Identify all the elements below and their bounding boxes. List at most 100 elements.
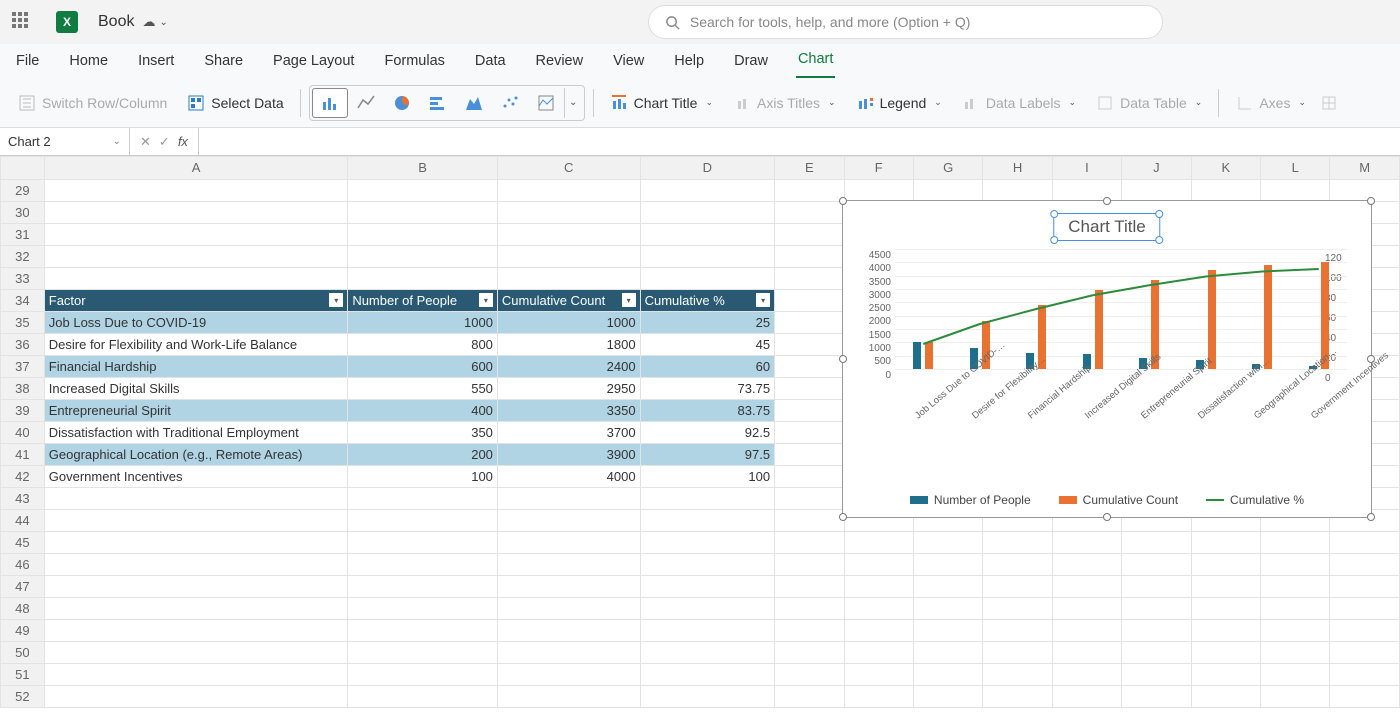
cell-B30[interactable] <box>348 202 498 224</box>
row-header-45[interactable]: 45 <box>1 532 45 554</box>
cell-M51[interactable] <box>1330 664 1400 686</box>
cell-E29[interactable] <box>775 180 844 202</box>
cell-I47[interactable] <box>1052 576 1121 598</box>
cell-J49[interactable] <box>1122 620 1191 642</box>
cell-B31[interactable] <box>348 224 498 246</box>
cell-D37[interactable]: 60 <box>640 356 775 378</box>
cell-H47[interactable] <box>983 576 1052 598</box>
cell-E34[interactable] <box>775 290 844 312</box>
col-header-F[interactable]: F <box>844 157 913 180</box>
cell-A38[interactable]: Increased Digital Skills <box>44 378 348 400</box>
cell-B35[interactable]: 1000 <box>348 312 498 334</box>
cell-B47[interactable] <box>348 576 498 598</box>
cell-B49[interactable] <box>348 620 498 642</box>
cell-B34[interactable]: Number of People▾ <box>348 290 498 312</box>
cell-B48[interactable] <box>348 598 498 620</box>
cell-B46[interactable] <box>348 554 498 576</box>
cell-A45[interactable] <box>44 532 348 554</box>
cell-C45[interactable] <box>497 532 640 554</box>
cell-B38[interactable]: 550 <box>348 378 498 400</box>
cell-C48[interactable] <box>497 598 640 620</box>
chart-type-dropdown[interactable]: ⌄ <box>564 88 582 118</box>
cell-D32[interactable] <box>640 246 775 268</box>
cell-A47[interactable] <box>44 576 348 598</box>
tab-help[interactable]: Help <box>672 47 706 78</box>
cell-B37[interactable]: 600 <box>348 356 498 378</box>
cell-C30[interactable] <box>497 202 640 224</box>
cell-C44[interactable] <box>497 510 640 532</box>
tab-review[interactable]: Review <box>534 47 586 78</box>
cell-L51[interactable] <box>1261 664 1330 686</box>
chart-title[interactable]: Chart Title <box>1053 213 1160 241</box>
cell-E42[interactable] <box>775 466 844 488</box>
row-header-37[interactable]: 37 <box>1 356 45 378</box>
tab-page-layout[interactable]: Page Layout <box>271 47 356 78</box>
row-header-44[interactable]: 44 <box>1 510 45 532</box>
cell-C34[interactable]: Cumulative Count▾ <box>497 290 640 312</box>
cell-A46[interactable] <box>44 554 348 576</box>
row-header-47[interactable]: 47 <box>1 576 45 598</box>
cell-E48[interactable] <box>775 598 844 620</box>
cell-G48[interactable] <box>913 598 982 620</box>
cell-E40[interactable] <box>775 422 844 444</box>
cell-B42[interactable]: 100 <box>348 466 498 488</box>
bar-chart-type-button[interactable] <box>420 88 456 118</box>
cell-D47[interactable] <box>640 576 775 598</box>
cell-A40[interactable]: Dissatisfaction with Traditional Employm… <box>44 422 348 444</box>
cell-D41[interactable]: 97.5 <box>640 444 775 466</box>
search-input[interactable]: Search for tools, help, and more (Option… <box>648 5 1163 39</box>
cell-C47[interactable] <box>497 576 640 598</box>
row-header-50[interactable]: 50 <box>1 642 45 664</box>
cell-L45[interactable] <box>1261 532 1330 554</box>
data-labels-button[interactable]: Data Labels ⌄ <box>954 87 1084 119</box>
col-header-I[interactable]: I <box>1052 157 1121 180</box>
cell-K52[interactable] <box>1191 686 1260 708</box>
cell-E47[interactable] <box>775 576 844 598</box>
accept-formula-icon[interactable]: ✓ <box>159 134 170 150</box>
cell-K46[interactable] <box>1191 554 1260 576</box>
cell-D31[interactable] <box>640 224 775 246</box>
cell-G50[interactable] <box>913 642 982 664</box>
cell-M46[interactable] <box>1330 554 1400 576</box>
cell-A37[interactable]: Financial Hardship <box>44 356 348 378</box>
cell-B40[interactable]: 350 <box>348 422 498 444</box>
cell-C49[interactable] <box>497 620 640 642</box>
cell-A51[interactable] <box>44 664 348 686</box>
line-chart-type-button[interactable] <box>348 88 384 118</box>
resize-handle[interactable] <box>839 513 847 521</box>
cell-K29[interactable] <box>1191 180 1260 202</box>
cell-J46[interactable] <box>1122 554 1191 576</box>
cell-D49[interactable] <box>640 620 775 642</box>
cell-A50[interactable] <box>44 642 348 664</box>
cell-M48[interactable] <box>1330 598 1400 620</box>
row-header-34[interactable]: 34 <box>1 290 45 312</box>
tab-formulas[interactable]: Formulas <box>382 47 446 78</box>
cell-C37[interactable]: 2400 <box>497 356 640 378</box>
cell-E52[interactable] <box>775 686 844 708</box>
doc-menu-chevron-icon[interactable]: ⌄ <box>159 17 167 28</box>
cell-M49[interactable] <box>1330 620 1400 642</box>
cell-B52[interactable] <box>348 686 498 708</box>
col-header-J[interactable]: J <box>1122 157 1191 180</box>
cell-H52[interactable] <box>983 686 1052 708</box>
tab-view[interactable]: View <box>611 47 646 78</box>
cell-F47[interactable] <box>844 576 913 598</box>
resize-handle[interactable] <box>1103 197 1111 205</box>
cell-J45[interactable] <box>1122 532 1191 554</box>
cell-B45[interactable] <box>348 532 498 554</box>
cell-F45[interactable] <box>844 532 913 554</box>
tab-share[interactable]: Share <box>202 47 245 78</box>
sheet-area[interactable]: ABCDEFGHIJKLM293031323334Factor▾Number o… <box>0 156 1400 712</box>
cell-K45[interactable] <box>1191 532 1260 554</box>
cell-A32[interactable] <box>44 246 348 268</box>
cell-A43[interactable] <box>44 488 348 510</box>
resize-handle[interactable] <box>839 355 847 363</box>
cancel-formula-icon[interactable]: ✕ <box>140 134 151 150</box>
cell-E38[interactable] <box>775 378 844 400</box>
axis-titles-button[interactable]: Axis Titles ⌄ <box>725 87 844 119</box>
cell-A34[interactable]: Factor▾ <box>44 290 348 312</box>
cell-F49[interactable] <box>844 620 913 642</box>
cell-E44[interactable] <box>775 510 844 532</box>
cell-G52[interactable] <box>913 686 982 708</box>
pie-chart-type-button[interactable] <box>384 88 420 118</box>
